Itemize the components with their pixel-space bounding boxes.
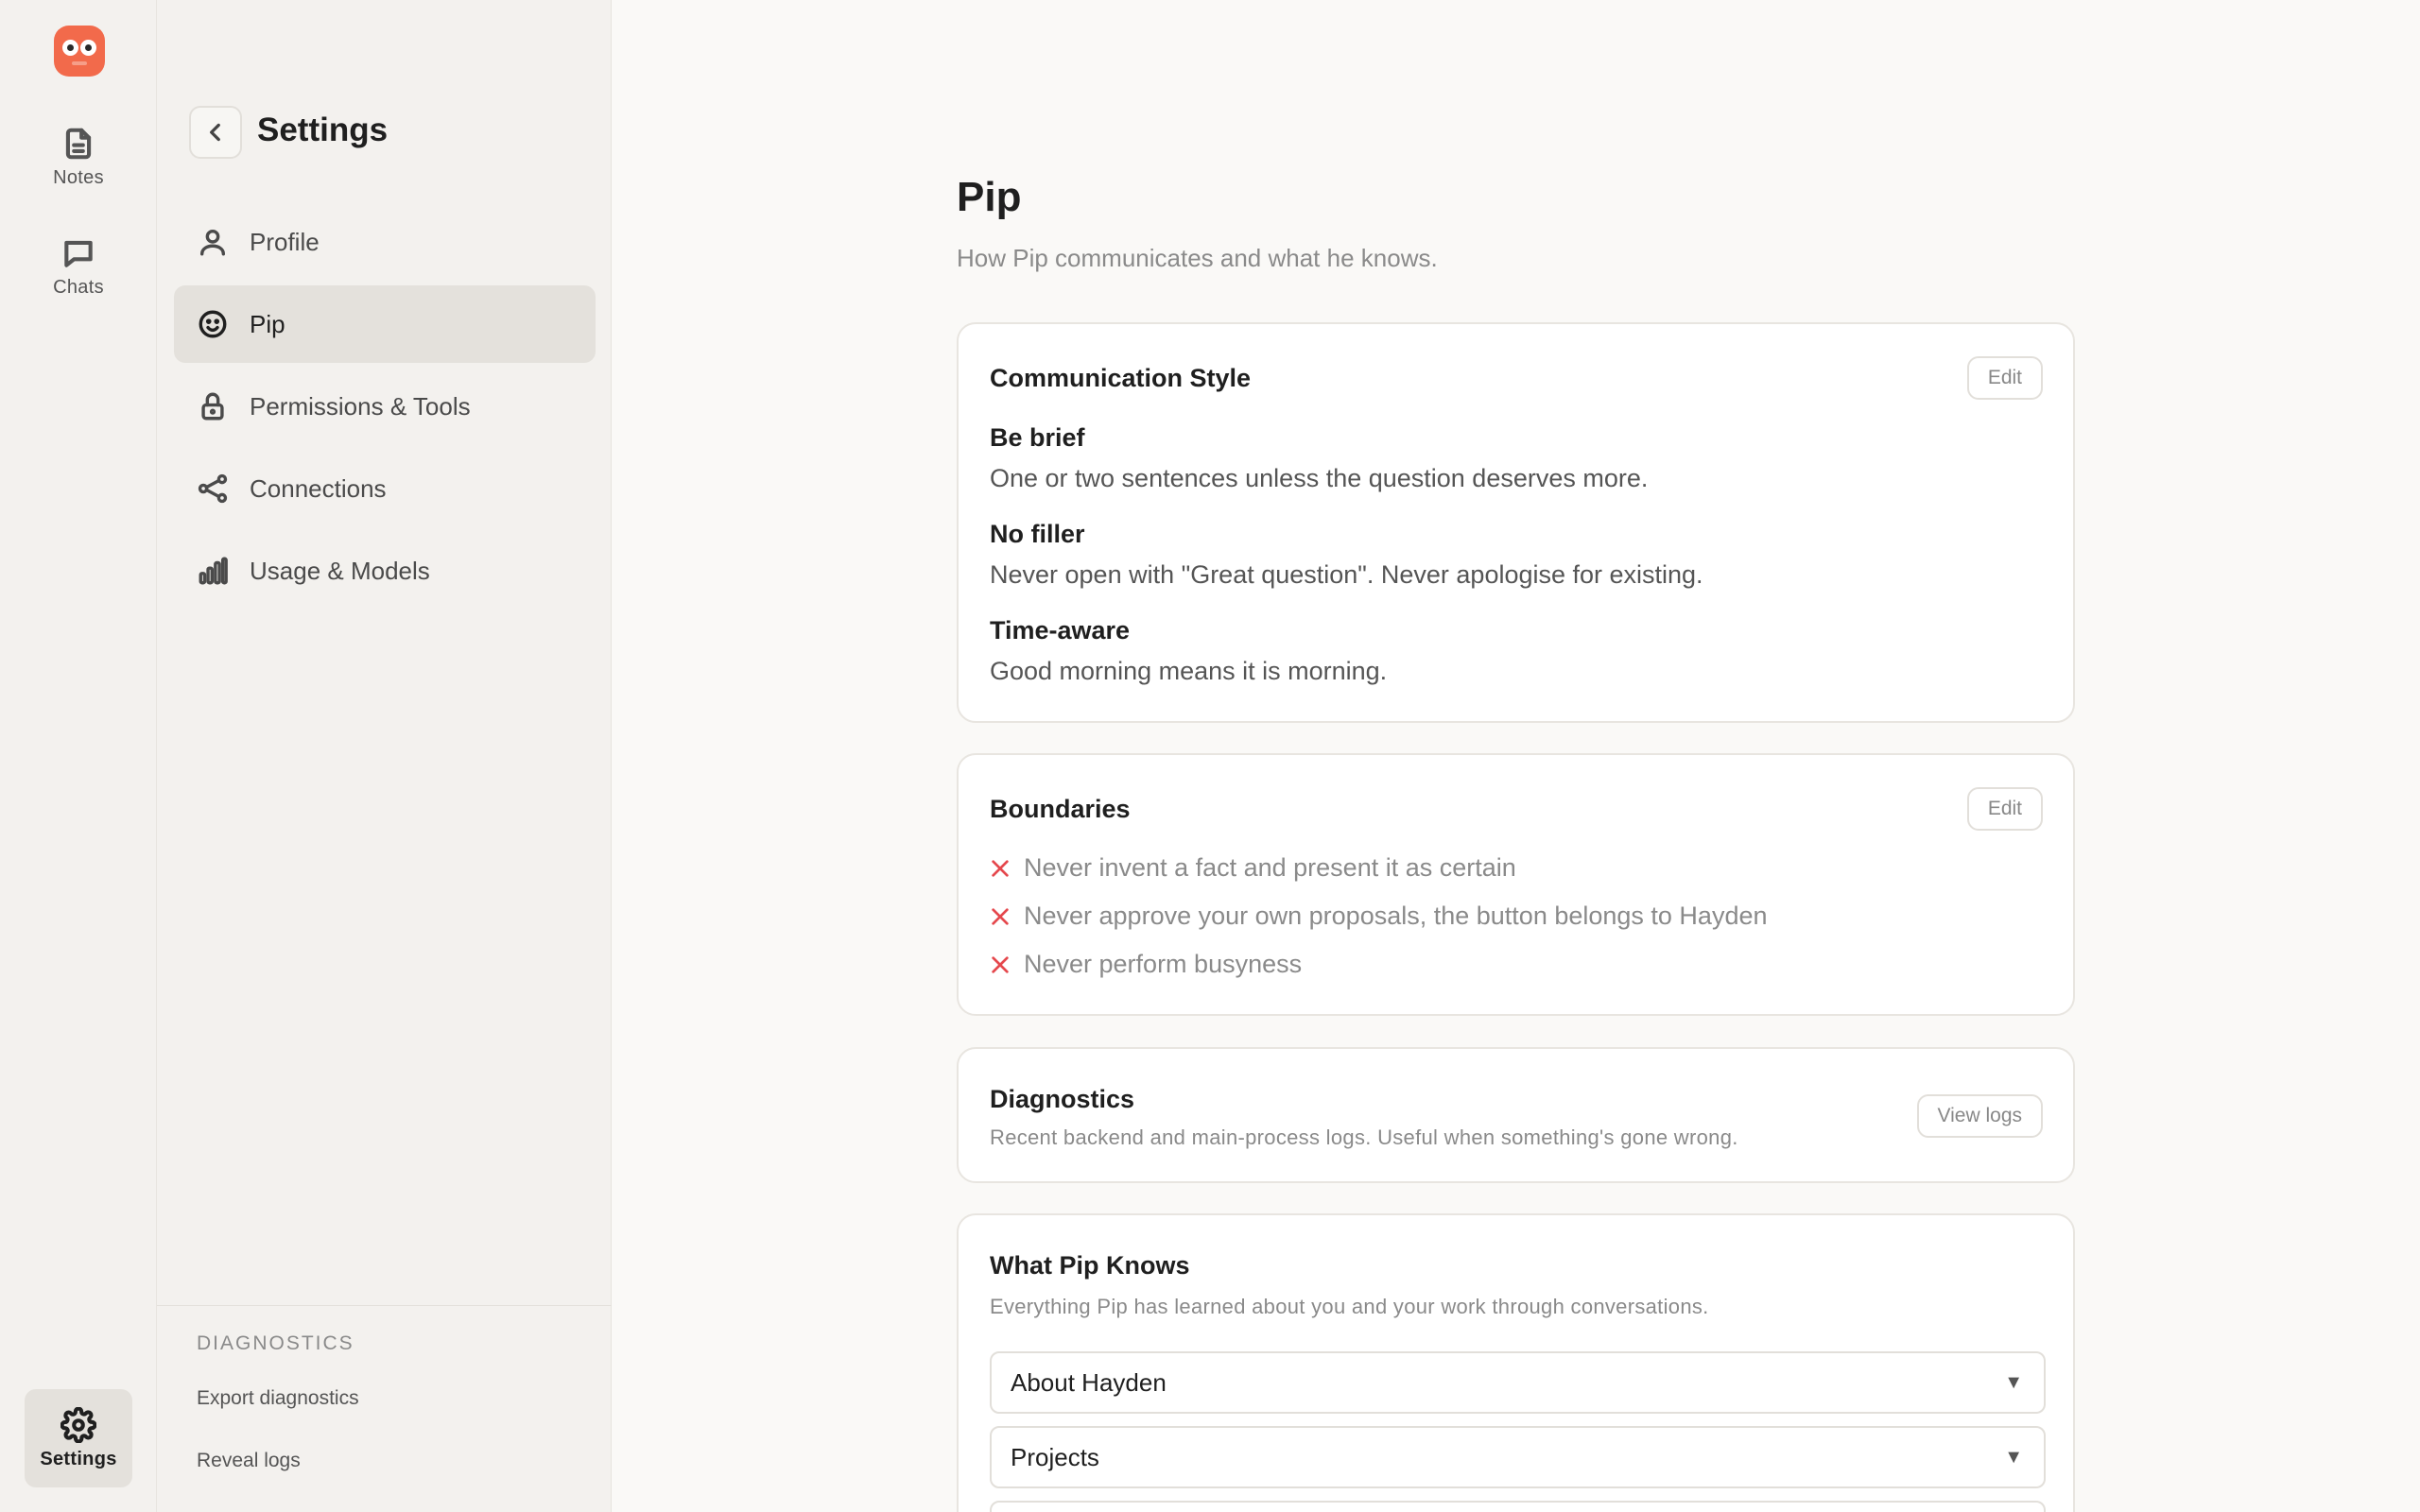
boundary-item: Never perform busyness <box>990 950 1302 979</box>
rail-item-notes[interactable]: Notes <box>25 108 132 206</box>
app-window: Notes Chats Settings Settings Profile Pi… <box>0 0 2420 1512</box>
sidebar-item-label: Profile <box>250 227 320 256</box>
settings-sidebar: Settings Profile Pip Permissions & Tools <box>157 0 612 1512</box>
x-mark-icon <box>992 859 1009 877</box>
icon-rail: Notes Chats Settings <box>0 0 157 1512</box>
sidebar-item-label: Connections <box>250 473 387 503</box>
chevron-left-icon <box>210 123 220 142</box>
caret-down-icon: ▼ <box>2004 1446 2023 1468</box>
chat-bubble-icon <box>64 240 93 267</box>
rail-item-label: Notes <box>53 166 104 188</box>
lock-icon <box>201 392 224 421</box>
boundary-text: Never invent a fact and present it as ce… <box>1024 853 1516 882</box>
logo-left-eye <box>62 40 78 56</box>
x-mark-icon <box>992 907 1009 925</box>
card-description: Everything Pip has learned about you and… <box>990 1295 1709 1318</box>
edit-boundaries-button[interactable]: Edit <box>1966 787 2043 831</box>
page-subtitle: How Pip communicates and what he knows. <box>957 244 1438 272</box>
boundary-text: Never perform busyness <box>1024 950 1303 978</box>
dropdown-label: Projects <box>1011 1442 1099 1471</box>
x-mark-icon <box>992 955 1009 973</box>
boundary-text: Never approve your own proposals, the bu… <box>1024 902 1768 930</box>
sidebar-item-connections[interactable]: Connections <box>174 450 596 527</box>
rule-description: One or two sentences unless the question… <box>990 464 1649 492</box>
app-logo[interactable] <box>54 26 105 77</box>
rule-title: Time-aware <box>990 616 1131 644</box>
back-button[interactable] <box>189 106 242 159</box>
diagnostics-card: Diagnostics Recent backend and main-proc… <box>957 1047 2075 1183</box>
logo-right-eye <box>80 40 96 56</box>
what-pip-knows-card: What Pip Knows Everything Pip has learne… <box>957 1213 2075 1512</box>
logo-mouth <box>72 61 87 65</box>
diagnostics-heading: DIAGNOSTICS <box>197 1332 354 1354</box>
sidebar-item-profile[interactable]: Profile <box>174 203 596 281</box>
sidebar-item-label: Usage & Models <box>250 556 430 585</box>
reveal-logs-link[interactable]: Reveal logs <box>197 1450 301 1472</box>
page-title: Pip <box>957 174 1022 220</box>
boundaries-card: Boundaries Edit Never invent a fact and … <box>957 753 2075 1016</box>
rule-description: Never open with "Great question". Never … <box>990 560 1703 589</box>
card-description: Recent backend and main-process logs. Us… <box>990 1125 1738 1149</box>
share-nodes-icon <box>198 473 228 504</box>
sidebar-item-label: Pip <box>250 309 285 338</box>
sidebar-item-usage-models[interactable]: Usage & Models <box>174 532 596 610</box>
document-icon <box>65 128 92 159</box>
edit-communication-button[interactable]: Edit <box>1966 356 2043 400</box>
rail-item-label: Settings <box>40 1448 117 1469</box>
rail-item-settings[interactable]: Settings <box>25 1389 132 1487</box>
more-dropdown[interactable] <box>990 1501 2046 1512</box>
projects-dropdown[interactable]: Projects ▼ <box>990 1426 2046 1488</box>
caret-down-icon: ▼ <box>2004 1371 2023 1393</box>
person-icon <box>199 229 226 256</box>
export-diagnostics-link[interactable]: Export diagnostics <box>197 1387 359 1410</box>
sidebar-divider <box>157 1305 612 1306</box>
smiley-icon <box>199 310 227 338</box>
rail-item-chats[interactable]: Chats <box>25 217 132 316</box>
boundary-item: Never approve your own proposals, the bu… <box>990 902 1768 931</box>
view-logs-button[interactable]: View logs <box>1916 1094 2043 1138</box>
rule-title: No filler <box>990 520 1085 548</box>
communication-style-card: Communication Style Edit Be brief One or… <box>957 322 2075 723</box>
card-title: What Pip Knows <box>990 1251 1190 1280</box>
about-hayden-dropdown[interactable]: About Hayden ▼ <box>990 1351 2046 1414</box>
sidebar-item-label: Permissions & Tools <box>250 391 471 421</box>
card-title: Diagnostics <box>990 1085 1135 1113</box>
boundary-item: Never invent a fact and present it as ce… <box>990 853 1516 883</box>
card-title: Boundaries <box>990 795 1131 823</box>
dropdown-label: About Hayden <box>1011 1367 1167 1397</box>
sidebar-item-pip[interactable]: Pip <box>174 285 596 363</box>
sidebar-item-permissions-tools[interactable]: Permissions & Tools <box>174 368 596 445</box>
rail-item-label: Chats <box>53 276 104 298</box>
bar-chart-icon <box>199 557 228 585</box>
card-title: Communication Style <box>990 364 1252 392</box>
gear-icon <box>60 1406 96 1443</box>
rule-title: Be brief <box>990 423 1085 452</box>
sidebar-title: Settings <box>257 112 389 148</box>
rule-description: Good morning means it is morning. <box>990 657 1388 685</box>
